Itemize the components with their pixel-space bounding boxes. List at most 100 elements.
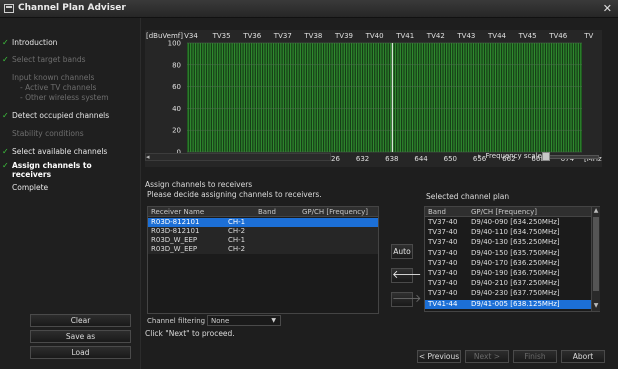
spectrum-bar bbox=[402, 43, 404, 152]
spectrum-bar bbox=[324, 43, 326, 152]
col-band[interactable]: Band bbox=[258, 208, 276, 216]
close-icon[interactable]: ✕ bbox=[603, 2, 612, 15]
channel-filtering-select[interactable]: None ▼ bbox=[207, 315, 281, 326]
col-receiver-name[interactable]: Receiver Name bbox=[151, 208, 204, 216]
spectrum-bar bbox=[358, 43, 360, 152]
spectrum-bar bbox=[365, 43, 367, 152]
plan-row[interactable]: TV37-40 D9/40-130 [635.250MHz] bbox=[425, 238, 591, 247]
frequency-scale-slider-thumb[interactable] bbox=[542, 152, 550, 161]
scroll-right-icon[interactable]: ▸ bbox=[478, 152, 482, 160]
step-assign-channels-to-receivers: ✓ Assign channels to receivers bbox=[2, 161, 122, 179]
spectrum-bar bbox=[348, 43, 350, 152]
spectrum-bar bbox=[304, 43, 306, 152]
spectrum-bar bbox=[246, 43, 248, 152]
spectrum-bar bbox=[546, 43, 548, 152]
scroll-down-icon[interactable]: ▼ bbox=[592, 302, 600, 309]
cell-band: TV37-40 bbox=[428, 289, 458, 298]
col-gpch[interactable]: GP/CH [Frequency] bbox=[302, 208, 368, 216]
spectrum-bar bbox=[277, 43, 280, 152]
cell-band: TV37-40 bbox=[428, 258, 458, 267]
cell-band: TV41-44 bbox=[428, 299, 458, 308]
cell-freq: D9/40-230 [637.750MHz] bbox=[471, 289, 560, 298]
spectrum-bar bbox=[270, 43, 272, 152]
spectrum-bar bbox=[414, 43, 416, 152]
assign-left-button[interactable]: 🡐 bbox=[391, 268, 422, 283]
scroll-up-icon[interactable]: ▲ bbox=[592, 207, 600, 214]
step-detect-occupied-channels: ✓ Detect occupied channels bbox=[2, 111, 109, 120]
tv-channel-label: TV37 bbox=[273, 32, 292, 40]
spectrum-bar bbox=[468, 43, 470, 152]
step-label: Select target bands bbox=[12, 55, 86, 64]
plan-row[interactable]: TV37-40 D9/40-190 [636.750MHz] bbox=[425, 269, 591, 278]
cell-name: R03D_W_EEP bbox=[151, 245, 198, 253]
step-active-tv-channels: - Active TV channels bbox=[20, 83, 96, 92]
save-as-button[interactable]: Save as bbox=[30, 330, 131, 343]
step-other-wireless-system: - Other wireless system bbox=[20, 93, 109, 102]
previous-button[interactable]: < Previous bbox=[417, 350, 461, 363]
spectrum-bar bbox=[331, 43, 333, 152]
x-tick-label: 638 bbox=[385, 155, 398, 163]
spectrum-bar bbox=[302, 43, 304, 152]
channel-filtering-label: Channel filtering bbox=[147, 317, 206, 325]
col-plan-gpch[interactable]: GP/CH [Frequency] bbox=[471, 208, 537, 216]
unassign-right-button[interactable]: 🡒 bbox=[391, 292, 422, 307]
spectrum-bar bbox=[407, 43, 409, 152]
plan-title: Selected channel plan bbox=[426, 192, 510, 201]
load-button[interactable]: Load bbox=[30, 346, 131, 359]
tv-channel-label: TV40 bbox=[365, 32, 384, 40]
spectrum-bar bbox=[236, 43, 238, 152]
step-label: Select available channels bbox=[12, 147, 108, 156]
assign-title: Assign channels to receivers bbox=[145, 180, 253, 189]
spectrum-bar bbox=[292, 43, 294, 152]
spectrum-bar bbox=[528, 43, 531, 152]
spectrum-bar bbox=[209, 43, 211, 152]
auto-button[interactable]: Auto bbox=[391, 244, 413, 259]
spectrum-bar bbox=[577, 43, 579, 152]
abort-button[interactable]: Abort bbox=[561, 350, 605, 363]
spectrum-bar bbox=[570, 43, 572, 152]
receiver-row[interactable]: R03D-812101 CH-1 bbox=[148, 218, 378, 227]
chart-horizontal-scrollbar[interactable]: ◂ bbox=[145, 153, 331, 161]
cell-ch: CH-1 bbox=[228, 236, 246, 244]
checkmark-icon: ✓ bbox=[2, 55, 9, 64]
plan-row[interactable]: TV37-40 D9/40-170 [636.250MHz] bbox=[425, 259, 591, 268]
receiver-row[interactable]: R03D-812101 CH-2 bbox=[148, 227, 378, 236]
plan-table: Band GP/CH [Frequency] TV37-40 D9/40-090 … bbox=[424, 206, 600, 312]
plan-row[interactable]: TV37-40 D9/40-150 [635.750MHz] bbox=[425, 249, 591, 258]
plan-row[interactable]: TV37-40 D9/40-110 [634.750MHz] bbox=[425, 228, 591, 237]
frequency-scale-slider[interactable] bbox=[547, 155, 599, 159]
receiver-row[interactable]: R03D_W_EEP CH-1 bbox=[148, 236, 378, 245]
cell-name: R03D-812101 bbox=[151, 227, 200, 235]
clear-button[interactable]: Clear bbox=[30, 314, 131, 327]
spectrum-bar bbox=[524, 43, 526, 152]
spectrum-bar bbox=[377, 43, 380, 152]
checkmark-icon: ✓ bbox=[2, 111, 9, 120]
spectrum-bar bbox=[497, 43, 499, 152]
next-button[interactable]: Next > bbox=[465, 350, 509, 363]
spectrum-bar bbox=[453, 43, 455, 152]
plan-vertical-scrollbar[interactable]: ▲ ▼ bbox=[591, 207, 600, 311]
scroll-left-icon[interactable]: ◂ bbox=[146, 153, 150, 161]
plan-row[interactable]: TV41-44 D9/41-005 [638.125MHz] bbox=[425, 299, 591, 309]
spectrum-bar bbox=[204, 43, 206, 152]
steps-sidebar: ✓ Introduction ✓ Select target bands Input k… bbox=[0, 18, 141, 369]
plan-row[interactable]: TV37-40 D9/40-090 [634.250MHz] bbox=[425, 218, 591, 227]
col-plan-band[interactable]: Band bbox=[428, 208, 446, 216]
plan-row[interactable]: TV37-40 D9/40-210 [637.250MHz] bbox=[425, 279, 591, 288]
plan-scroll-thumb[interactable] bbox=[593, 217, 599, 291]
checkmark-icon: ✓ bbox=[2, 38, 9, 47]
cell-ch: CH-1 bbox=[228, 218, 246, 226]
finish-button[interactable]: Finish bbox=[513, 350, 557, 363]
spectrum-bar bbox=[224, 43, 226, 152]
spectrum-bar bbox=[253, 43, 255, 152]
plan-row[interactable]: TV37-40 D9/40-230 [637.750MHz] bbox=[425, 289, 591, 298]
receiver-row[interactable]: R03D_W_EEP CH-2 bbox=[148, 245, 378, 254]
cell-freq: D9/40-110 [634.750MHz] bbox=[471, 228, 560, 237]
spectrum-bar bbox=[360, 43, 362, 152]
y-tick-label: 80 bbox=[172, 61, 181, 69]
tv-channel-label: TV43 bbox=[456, 32, 475, 40]
tv-channel-label: TV44 bbox=[487, 32, 507, 40]
spectrum-bar bbox=[580, 43, 582, 152]
spectrum-bar bbox=[375, 43, 377, 152]
spectrum-bar bbox=[460, 43, 462, 152]
